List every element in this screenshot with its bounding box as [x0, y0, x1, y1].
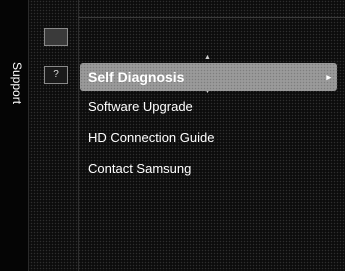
menu-item-self-diagnosis[interactable]: Self Diagnosis ▸ — [80, 63, 337, 91]
scroll-up-icon: ▲ — [204, 54, 211, 61]
menu-item-label: Contact Samsung — [88, 161, 192, 176]
menu-item-label: Software Upgrade — [88, 99, 193, 114]
tv-menu-screen: Support ? ▲ ▼ Self Diagnosis ▸ Software … — [0, 0, 345, 271]
question-icon[interactable]: ? — [44, 66, 68, 84]
support-menu: Self Diagnosis ▸ Software Upgrade HD Con… — [80, 63, 345, 184]
category-icon-column: ? — [32, 0, 79, 271]
menu-item-hd-connection-guide[interactable]: HD Connection Guide — [80, 122, 345, 153]
menu-item-software-upgrade[interactable]: Software Upgrade — [80, 91, 345, 122]
sidebar-label: Support — [10, 62, 24, 105]
picture-icon[interactable] — [44, 28, 68, 46]
menu-item-contact-samsung[interactable]: Contact Samsung — [80, 153, 345, 184]
header-divider — [78, 17, 345, 18]
chevron-right-icon: ▸ — [326, 72, 331, 82]
sidebar-tab[interactable]: Support — [0, 0, 29, 271]
menu-item-label: Self Diagnosis — [88, 69, 185, 85]
menu-item-label: HD Connection Guide — [88, 130, 215, 145]
